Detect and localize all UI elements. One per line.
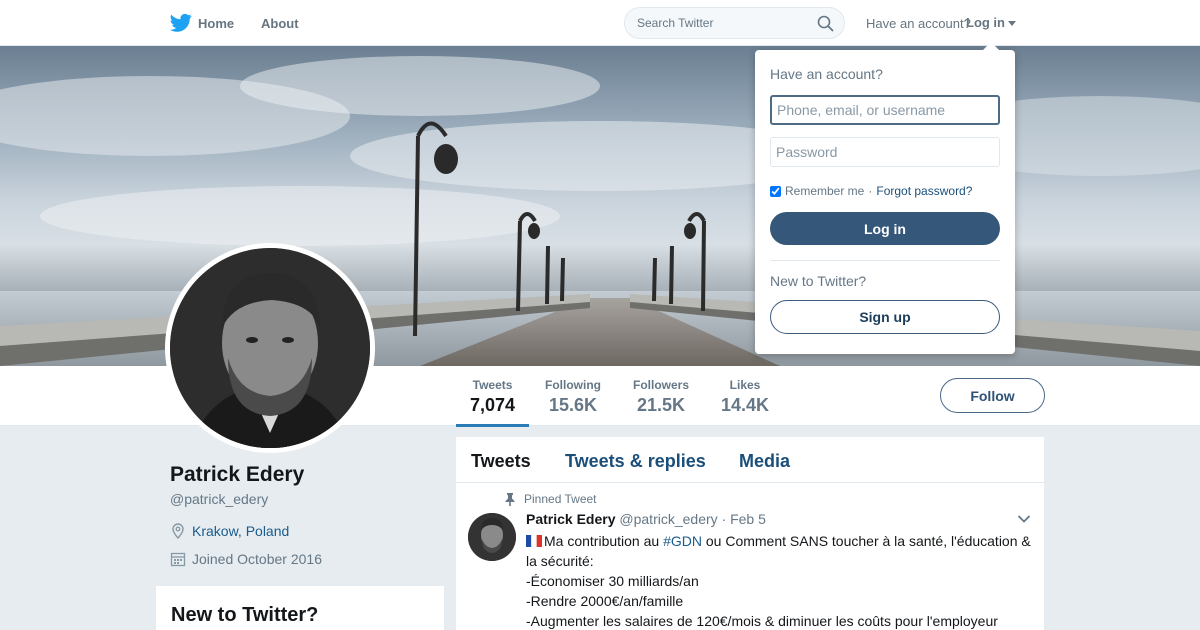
tweet-line: -Rendre 2000€/an/famille bbox=[526, 593, 684, 609]
dropdown-divider bbox=[770, 260, 1000, 261]
tweet-line: -Économiser 30 milliards/an bbox=[526, 573, 699, 589]
tweet-author-avatar[interactable] bbox=[468, 513, 516, 561]
search-icon[interactable] bbox=[817, 15, 834, 32]
profile-handle[interactable]: @patrick_edery bbox=[170, 491, 268, 507]
forgot-password-link[interactable]: Forgot password? bbox=[876, 184, 972, 198]
profile-joined: Joined October 2016 bbox=[170, 551, 322, 567]
joined-text: Joined October 2016 bbox=[192, 551, 322, 567]
profile-avatar[interactable] bbox=[165, 243, 375, 453]
new-to-twitter-heading: New to Twitter? bbox=[171, 604, 319, 626]
login-button[interactable]: Log in bbox=[770, 212, 1000, 245]
follow-button[interactable]: Follow bbox=[940, 378, 1045, 413]
remember-me-label[interactable]: Remember me bbox=[785, 184, 864, 198]
tweet-text: Ma contribution au #GDN ou Comment SANS … bbox=[526, 531, 1031, 630]
tab-tweets[interactable]: Tweets bbox=[471, 451, 531, 472]
twitter-bird-icon bbox=[170, 13, 192, 32]
username-field[interactable] bbox=[770, 95, 1000, 125]
pin-icon bbox=[505, 492, 515, 506]
stat-followers-label: Followers bbox=[633, 378, 690, 392]
location-pin-icon bbox=[172, 523, 184, 539]
tab-media[interactable]: Media bbox=[739, 451, 790, 472]
stat-followers-value: 21.5K bbox=[636, 395, 686, 415]
stat-tweets-label: Tweets bbox=[472, 378, 513, 392]
tweet-avatar-image bbox=[468, 513, 516, 561]
tweet-header: Patrick Edery @patrick_edery · Feb 5 bbox=[526, 511, 766, 527]
pinned-tweet-context: Pinned Tweet bbox=[504, 492, 597, 506]
stat-likes[interactable]: Likes 14.4K bbox=[721, 378, 769, 416]
stat-tweets-value: 7,074 bbox=[470, 395, 516, 415]
stat-following-value: 15.6K bbox=[548, 395, 598, 415]
separator-dot: · bbox=[868, 184, 873, 198]
new-to-twitter-card: New to Twitter? bbox=[156, 586, 444, 630]
caret-down-icon bbox=[1008, 21, 1016, 26]
profile-name[interactable]: Patrick Edery bbox=[170, 463, 304, 487]
stat-following-label: Following bbox=[545, 378, 601, 392]
search-box bbox=[624, 7, 845, 39]
tweet-text-intro: Ma contribution au bbox=[544, 533, 664, 549]
avatar-portrait-image bbox=[170, 248, 370, 448]
location-text[interactable]: Krakow, Poland bbox=[192, 523, 289, 539]
avatar-photo bbox=[170, 248, 370, 448]
tweet-date[interactable]: · Feb 5 bbox=[722, 511, 766, 527]
tweet-author-name[interactable]: Patrick Edery bbox=[526, 511, 616, 527]
remember-me-row: Remember me · Forgot password? bbox=[770, 184, 972, 198]
calendar-icon bbox=[170, 552, 186, 567]
tab-tweets-replies[interactable]: Tweets & replies bbox=[565, 451, 706, 472]
login-toggle-label: Log in bbox=[966, 15, 1005, 30]
home-link[interactable]: Home bbox=[170, 13, 234, 33]
signup-button[interactable]: Sign up bbox=[770, 300, 1000, 334]
profile-location: Krakow, Poland bbox=[170, 523, 289, 539]
hashtag-link[interactable]: #GDN bbox=[663, 533, 702, 549]
about-link[interactable]: About bbox=[261, 16, 299, 31]
timeline-tabs: Tweets Tweets & replies Media bbox=[456, 437, 1044, 483]
pinned-label: Pinned Tweet bbox=[524, 492, 597, 506]
remember-me-checkbox[interactable] bbox=[770, 185, 781, 197]
password-field[interactable] bbox=[770, 137, 1000, 167]
tweet-author-handle[interactable]: @patrick_edery bbox=[619, 511, 717, 527]
stat-followers[interactable]: Followers 21.5K bbox=[633, 378, 689, 416]
stat-likes-label: Likes bbox=[729, 378, 761, 392]
new-to-twitter-text: New to Twitter? bbox=[770, 273, 867, 289]
login-dropdown-title: Have an account? bbox=[770, 66, 883, 82]
login-dropdown: Have an account? Remember me · Forgot pa… bbox=[755, 42, 1015, 354]
stat-likes-value: 14.4K bbox=[721, 395, 770, 415]
stat-following[interactable]: Following 15.6K bbox=[545, 378, 601, 416]
french-flag-icon bbox=[526, 535, 542, 547]
timeline: Tweets Tweets & replies Media Pinned Twe… bbox=[456, 437, 1044, 630]
login-dropdown-toggle[interactable]: Log in bbox=[966, 15, 1016, 30]
chevron-down-icon[interactable] bbox=[1017, 514, 1031, 524]
top-nav: Home About Have an account? Log in bbox=[0, 0, 1200, 46]
stat-tweets[interactable]: Tweets 7,074 bbox=[455, 378, 530, 427]
tweet-line: -Augmenter les salaires de 120€/mois & d… bbox=[526, 613, 998, 629]
have-account-text: Have an account? bbox=[866, 16, 971, 31]
search-input[interactable] bbox=[637, 16, 807, 30]
home-label: Home bbox=[198, 15, 235, 31]
